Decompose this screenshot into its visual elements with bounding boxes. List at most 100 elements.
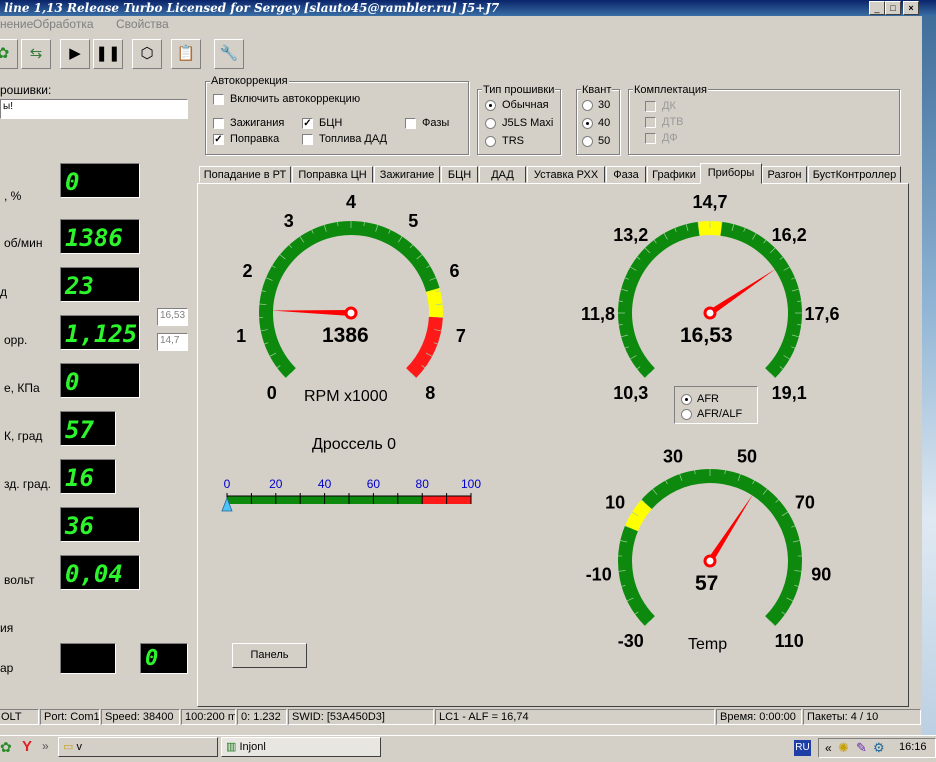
phases-checkbox-label: Фазы (422, 117, 449, 129)
tray-pen-icon[interactable]: ✎ (856, 740, 867, 756)
close-button[interactable]: × (903, 1, 919, 15)
rpm-gauge-needle (271, 310, 351, 316)
connect-icon: ⇆ (30, 45, 43, 62)
quant-40-radio[interactable] (582, 118, 593, 129)
panel-button[interactable]: Панель (232, 643, 307, 668)
equip-dtv-checkbox[interactable] (645, 117, 656, 128)
tab-acceleration[interactable]: Разгон (762, 166, 807, 183)
afr-gauge-label-1: 11,8 (581, 304, 615, 324)
status-time: Время: 0:00:00 (716, 709, 802, 725)
enable-autocorr-label: Включить автокоррекцию (230, 93, 360, 105)
tab-graphs[interactable]: Графики (647, 166, 701, 183)
toolbar-clipboard-button[interactable]: 📋 (171, 39, 201, 69)
toolbar-play-button[interactable]: ▶ (60, 39, 90, 69)
rpm-label: об/мин (4, 236, 42, 250)
tools-icon: 🔧 (220, 45, 239, 62)
toolbar-connect-button[interactable]: ⇆ (21, 39, 51, 69)
temp-gauge-label-4: 50 (737, 446, 757, 466)
throttle-tick-label-4: 80 (416, 477, 430, 491)
rpm-gauge-label-1: 1 (236, 326, 246, 346)
toolbar-open-button[interactable]: ✿ (0, 39, 18, 69)
tab-cn-correction[interactable]: Поправка ЦН (292, 166, 373, 183)
temp-value: 57 (695, 572, 718, 596)
temp-gauge-label-5: 70 (795, 492, 815, 512)
menu-item-processing[interactable]: Обработка (33, 17, 94, 31)
engine-icon: ⬡ (140, 45, 153, 62)
tab-boost-controller[interactable]: БустКонтроллер (808, 166, 901, 183)
quant-50-radio[interactable] (582, 136, 593, 147)
pause-icon: ❚❚ (95, 45, 120, 62)
temp-gauge-needle (707, 494, 753, 563)
fw-normal-label: Обычная (502, 99, 549, 111)
play-icon: ▶ (69, 45, 81, 62)
menu-item-properties[interactable]: Свойства (116, 17, 169, 31)
tray-expand-icon[interactable]: « (825, 741, 832, 755)
afr-gauge-label-4: 16,2 (772, 225, 807, 245)
toolbar-engine-button[interactable]: ⬡ (132, 39, 162, 69)
maximize-button[interactable]: □ (885, 1, 901, 15)
equip-df-checkbox[interactable] (645, 133, 656, 144)
temp-gauge-label-6: 90 (811, 565, 831, 585)
tab-dad[interactable]: ДАД (479, 166, 526, 183)
quant-30-radio[interactable] (582, 100, 593, 111)
toolbar-tools-button[interactable]: 🔧 (214, 39, 244, 69)
app-icon: ▥ (226, 741, 236, 753)
tab-idle-setpoint[interactable]: Уставка РХХ (527, 166, 605, 183)
afr-mode-radio[interactable] (681, 394, 692, 405)
quicklaunch-flower-icon[interactable]: ✿ (0, 739, 12, 756)
phases-checkbox[interactable] (405, 118, 416, 129)
status-port: Port: Com1 (40, 709, 100, 725)
tab-ignition[interactable]: Зажигание (374, 166, 440, 183)
afr-gauge-label-2: 13,2 (613, 225, 648, 245)
ignition-label: зд. град. (4, 477, 51, 491)
fuel-dad-checkbox[interactable] (302, 134, 313, 145)
language-indicator[interactable]: RU (794, 740, 811, 756)
equip-dk-label: ДК (662, 100, 676, 112)
corr-label: орр. (4, 333, 27, 347)
ignition-checkbox[interactable] (213, 118, 224, 129)
temp-gauge-label-7: 110 (775, 631, 804, 651)
throttle-pct-display: 0 (60, 163, 140, 198)
correction-checkbox[interactable]: ✓ (213, 134, 224, 145)
menu-item-settings[interactable]: нение (0, 17, 33, 31)
fw-j5ls-radio[interactable] (485, 118, 496, 129)
temp-unit-label: Temp (688, 636, 727, 654)
quant-40-label: 40 (598, 117, 610, 129)
quicklaunch-arrow-icon[interactable]: » (42, 739, 49, 753)
minimize-button[interactable]: _ (869, 1, 885, 15)
check-mark-icon: ✓ (303, 118, 311, 129)
fw-j5ls-label: J5LS Maxi (502, 117, 553, 129)
tab-phase[interactable]: Фаза (606, 166, 646, 183)
check-mark-icon: ✓ (214, 134, 222, 145)
tab-hit-rt[interactable]: Попадание в РТ (199, 166, 291, 183)
afr-alf-mode-radio[interactable] (681, 409, 692, 420)
row10-label: ия (0, 621, 13, 635)
tray-network-icon[interactable]: ⚙ (873, 740, 885, 756)
rpm-gauge-label-5: 5 (408, 211, 418, 231)
throttle-bar: 020406080100 (222, 477, 481, 511)
enable-autocorr-checkbox[interactable] (213, 94, 224, 105)
temp-gauge-label-1: -10 (586, 565, 612, 585)
equip-dk-checkbox[interactable] (645, 101, 656, 112)
rpm-gauge-label-4: 4 (346, 192, 356, 212)
stoich-side-field[interactable]: 14,7 (157, 333, 188, 351)
firmware-field[interactable]: ы! (0, 99, 188, 119)
voltage-display: 0,04 (60, 555, 140, 590)
quicklaunch-browser-icon[interactable]: Y (22, 738, 32, 755)
tab-bcn[interactable]: БЦН (441, 166, 478, 183)
row11-label: ар (0, 661, 13, 675)
coolant-label: К, град (4, 429, 42, 443)
tray-sun-icon[interactable]: ✺ (838, 740, 849, 756)
tab-instruments[interactable]: Приборы (700, 163, 762, 184)
toolbar-pause-button[interactable]: ❚❚ (93, 39, 123, 69)
row3-display: 23 (60, 267, 140, 302)
status-mode: OLT (0, 709, 39, 725)
fw-normal-radio[interactable] (485, 100, 496, 111)
taskbar-folder-button[interactable]: ▭ v (58, 737, 218, 757)
fw-trs-radio[interactable] (485, 136, 496, 147)
afr-side-field[interactable]: 16,53 (157, 308, 188, 326)
bcn-checkbox-label: БЦН (319, 117, 342, 129)
taskbar-app-button[interactable]: ▥ Injonl (221, 737, 381, 757)
quant-50-label: 50 (598, 135, 610, 147)
bcn-checkbox[interactable]: ✓ (302, 118, 313, 129)
